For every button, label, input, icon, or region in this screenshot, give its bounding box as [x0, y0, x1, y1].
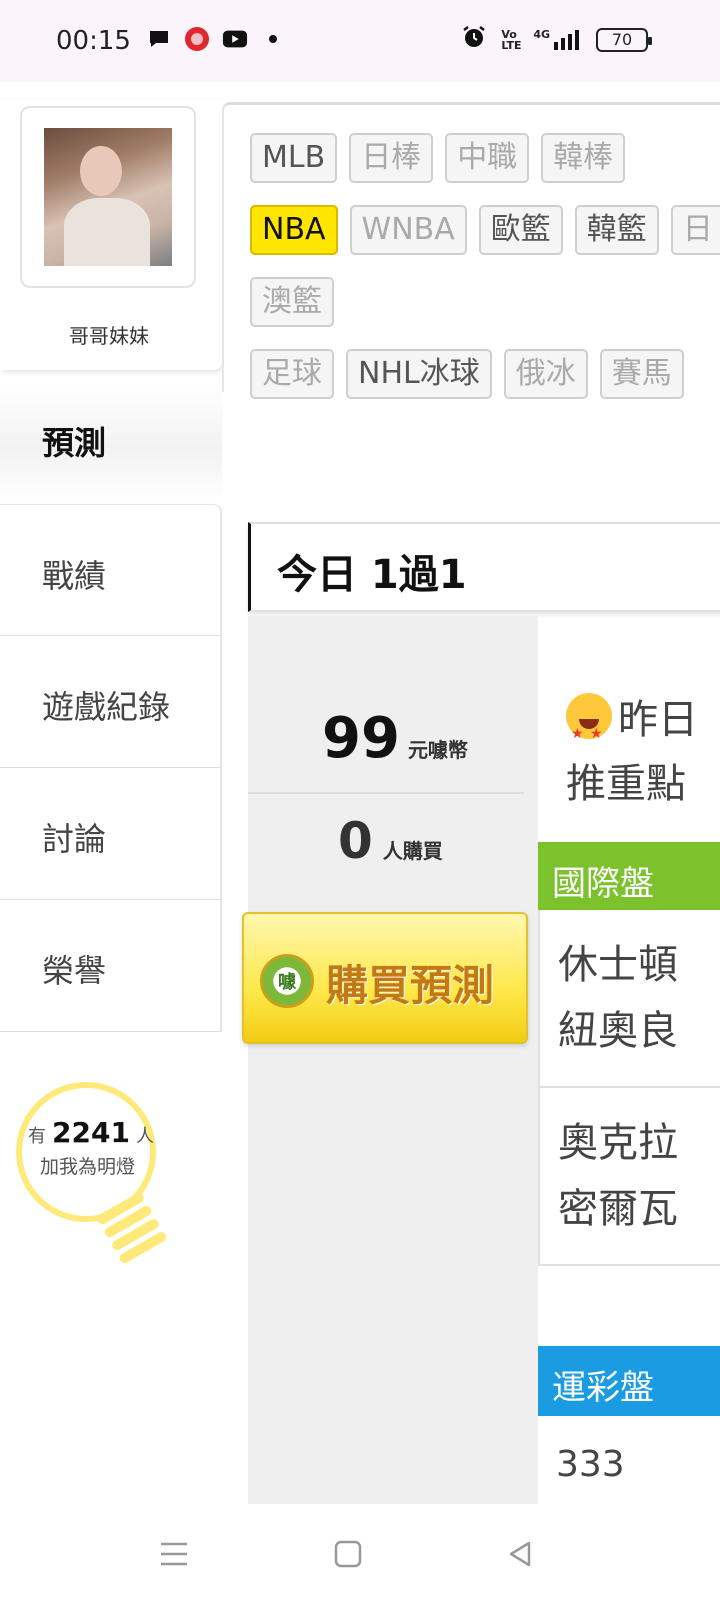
alarm-icon [461, 24, 487, 55]
lottery-number: 333 [556, 1444, 625, 1485]
chip-row: NBA WNBA 歐籃 韓籃日 [250, 205, 720, 255]
buy-prediction-label: 購買預測 [326, 961, 495, 1010]
divider [248, 792, 524, 794]
league-chip[interactable]: 歐籃 [478, 205, 563, 255]
league-chip[interactable]: 賽馬 [599, 349, 684, 399]
league-chip[interactable]: MLB [250, 133, 338, 183]
league-chip[interactable]: WNBA [349, 205, 467, 255]
sidebar-item-label: 戰績 [42, 557, 107, 595]
league-chips: MLB 日棒 中職 韓棒 NBA WNBA 歐籃 韓籃日澳籃 足球 NHL冰球 俄冰 賽馬 [250, 133, 720, 421]
league-chip[interactable]: 韓籃 [574, 205, 659, 255]
buyer-count: 0 人購買 [338, 812, 443, 870]
match-team-home: 奧克拉 [558, 1120, 678, 1166]
sidebar-item-label: 遊戲紀錄 [42, 688, 171, 726]
league-chip[interactable]: NBA [250, 205, 338, 255]
match-row[interactable]: 休士頓 紐奧良 [538, 910, 720, 1088]
price-value: 99 [322, 706, 400, 771]
match-team-away: 紐奧良 [558, 1008, 678, 1054]
profile-card[interactable]: 哥哥妹妹 [0, 100, 222, 370]
sidebar: 哥哥妹妹 預測 戰績 遊戲紀錄 討論 榮譽 有 2241 人 加我為明燈 [0, 82, 222, 1504]
system-icons: Vo LTE 4G 70 [461, 24, 652, 55]
youtube-icon [222, 26, 248, 52]
fan-count: 2241 [52, 1116, 130, 1149]
league-filter-panel: MLB 日棒 中職 韓棒 NBA WNBA 歐籃 韓籃日澳籃 足球 NHL冰球 俄冰 賽馬 [222, 102, 720, 399]
price: 99 元噱幣 [322, 706, 468, 771]
league-chip[interactable]: 澳籃 [250, 277, 334, 327]
league-chip[interactable]: 韓棒 [541, 133, 626, 183]
fan-prefix: 有 [28, 1126, 46, 1147]
status-bar: 00:15 Vo LTE 4G 70 [0, 0, 720, 82]
sidebar-item-honor[interactable]: 榮譽 [0, 900, 222, 1032]
sports-lottery-header: 運彩盤 [538, 1346, 720, 1416]
sidebar-item-label: 榮譽 [42, 952, 107, 990]
league-chip[interactable]: 日 [670, 205, 720, 255]
prediction-detail: 昨日 推重點 國際盤 休士頓 紐奧良 奧克拉 密爾瓦 運彩盤 333 [538, 616, 720, 1504]
league-chip[interactable]: 足球 [250, 349, 334, 399]
username: 哥哥妹妹 [69, 324, 149, 348]
international-odds-header: 國際盤 [538, 842, 720, 910]
message-icon [146, 26, 172, 52]
back-button[interactable] [500, 1534, 540, 1574]
back-triangle-icon [509, 1541, 531, 1567]
sidebar-menu: 戰績 遊戲紀錄 討論 榮譽 [0, 504, 222, 1032]
chip-row: 足球 NHL冰球 俄冰 賽馬 [250, 349, 720, 399]
sidebar-item-record[interactable]: 戰績 [0, 504, 222, 636]
volte-icon: Vo LTE [501, 27, 522, 52]
buy-prediction-button[interactable]: 噱 購買預測 [242, 912, 528, 1044]
star-eyes-emoji-icon [566, 693, 612, 766]
coin-logo-icon: 噱 [260, 954, 314, 1008]
sports-lottery-label: 運彩盤 [552, 1368, 654, 1408]
league-chip[interactable]: NHL冰球 [346, 349, 492, 399]
battery-indicator: 70 [596, 27, 652, 52]
fan-count-line: 有 2241 人 [28, 1116, 154, 1149]
recent-apps-button[interactable] [154, 1534, 194, 1574]
section-title: 今日 1過1 [277, 552, 467, 598]
fan-suffix: 人 [135, 1126, 154, 1147]
main-content: MLB 日棒 中職 韓棒 NBA WNBA 歐籃 韓籃日澳籃 足球 NHL冰球 俄冰 賽馬 今日 1過… [222, 82, 720, 1504]
sidebar-item-label: 討論 [42, 820, 107, 858]
league-chip[interactable]: 俄冰 [503, 349, 588, 399]
match-row[interactable]: 奧克拉 密爾瓦 [538, 1088, 720, 1266]
system-nav-bar [0, 1504, 720, 1604]
international-odds-label: 國際盤 [552, 864, 654, 904]
home-button[interactable] [328, 1534, 368, 1574]
avatar[interactable] [44, 128, 172, 266]
menu-icon [161, 1542, 187, 1566]
promo-line-1: 昨日 [618, 697, 698, 743]
dot-icon [260, 26, 286, 52]
promo-text: 昨日 推重點 [566, 688, 698, 816]
fan-lightbulb-button[interactable]: 有 2241 人 加我為明燈 [14, 1082, 184, 1272]
avatar-frame[interactable] [20, 106, 196, 288]
status-time: 00:15 [56, 26, 131, 56]
app-icon [184, 26, 210, 52]
sidebar-item-discussion[interactable]: 討論 [0, 768, 222, 900]
square-icon [334, 1540, 362, 1568]
sidebar-item-label: 預測 [42, 424, 107, 462]
league-chip[interactable]: 日棒 [349, 133, 434, 183]
fan-caption: 加我為明燈 [40, 1156, 136, 1178]
price-unit: 元噱幣 [407, 738, 468, 762]
match-team-away: 密爾瓦 [558, 1186, 678, 1232]
chip-row: 澳籃 [250, 277, 720, 327]
sidebar-item-predict[interactable]: 預測 [0, 384, 222, 502]
notification-icons [146, 26, 286, 52]
chip-row: MLB 日棒 中職 韓棒 [250, 133, 720, 183]
purchase-panel: 99 元噱幣 0 人購買 噱 購買預測 [242, 616, 538, 1504]
section-header: 今日 1過1 [248, 522, 720, 612]
buyer-count-unit: 人購買 [382, 839, 443, 863]
network-type: 4G [533, 27, 550, 41]
league-chip[interactable]: 中職 [445, 133, 530, 183]
match-team-home: 休士頓 [558, 942, 678, 988]
sidebar-item-game-log[interactable]: 遊戲紀錄 [0, 636, 222, 768]
buyer-count-value: 0 [338, 812, 373, 870]
signal-4g-icon: 4G [533, 28, 582, 52]
app-content: 哥哥妹妹 預測 戰績 遊戲紀錄 討論 榮譽 有 2241 人 加我為明燈 MLB 日棒… [0, 82, 720, 1504]
